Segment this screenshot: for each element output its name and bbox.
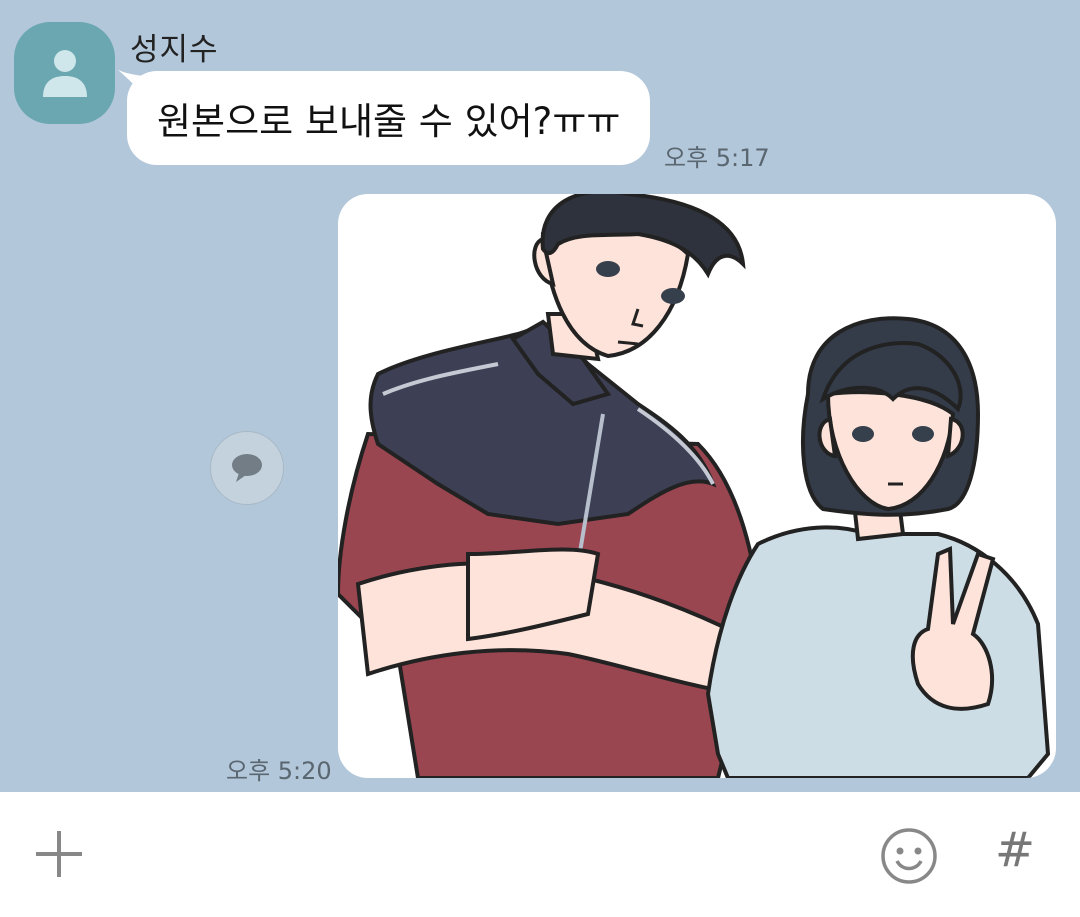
- plus-icon[interactable]: [32, 827, 86, 881]
- illustration-two-characters: [338, 194, 1051, 778]
- shared-image[interactable]: [338, 194, 1056, 778]
- outgoing-message-time: 오후 5:20: [226, 757, 332, 785]
- chat-screen: 성지수 원본으로 보내줄 수 있어?ㅠㅠ 오후 5:17 오후 5:20 #: [0, 0, 1080, 917]
- incoming-message-text: 원본으로 보내줄 수 있어?ㅠㅠ: [157, 100, 621, 143]
- share-button[interactable]: [210, 431, 284, 505]
- incoming-message-bubble[interactable]: 원본으로 보내줄 수 있어?ㅠㅠ: [127, 71, 651, 165]
- sender-avatar[interactable]: [14, 22, 115, 124]
- message-input-bar: #: [0, 792, 1080, 917]
- speech-bubble-icon: [232, 454, 262, 482]
- incoming-message-time: 오후 5:17: [664, 144, 770, 172]
- hashtag-button[interactable]: #: [990, 820, 1040, 880]
- sender-name: 성지수: [130, 32, 219, 68]
- emoji-icon[interactable]: [880, 827, 938, 885]
- person-icon: [42, 50, 87, 97]
